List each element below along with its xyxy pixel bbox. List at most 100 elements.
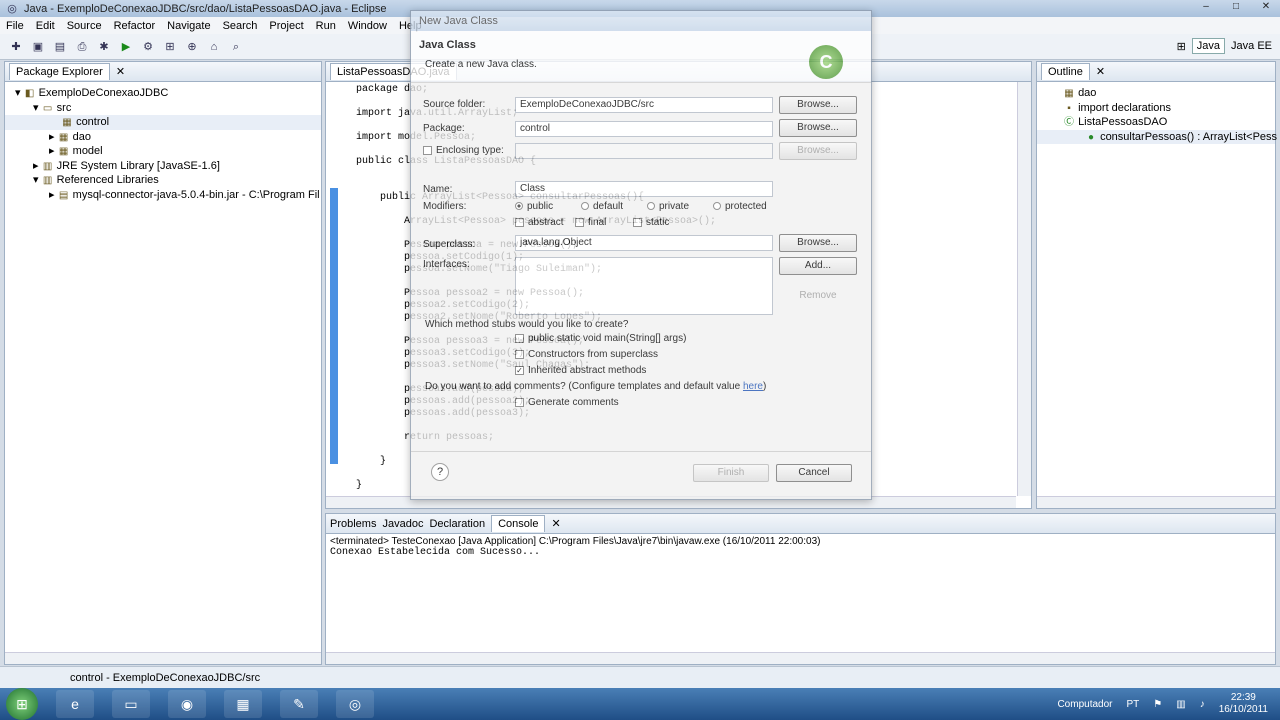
browse-superclass-button[interactable]: Browse... (779, 234, 857, 252)
expand-icon[interactable]: ▸ (49, 145, 55, 157)
outline-item[interactable]: ▪ import declarations (1037, 101, 1275, 116)
debug-icon[interactable]: ✱ (96, 39, 112, 55)
tree-item[interactable]: ▸ ▦ dao (5, 130, 321, 145)
horizontal-scrollbar[interactable] (326, 652, 1275, 664)
close-icon[interactable]: ✕ (1096, 65, 1105, 78)
ie-icon[interactable]: e (56, 690, 94, 718)
modifier-private[interactable]: private (647, 201, 689, 212)
vertical-scrollbar[interactable] (1017, 82, 1031, 496)
close-icon[interactable]: ✕ (116, 65, 125, 78)
new-java-project-icon[interactable]: ⊞ (162, 39, 178, 55)
menu-source[interactable]: Source (61, 20, 108, 32)
volume-icon[interactable]: ♪ (1200, 699, 1205, 710)
stub-main-option[interactable]: public static void main(String[] args) (515, 333, 686, 344)
app-icon[interactable]: ▦ (224, 690, 262, 718)
outline-item[interactable]: ● consultarPessoas() : ArrayList<Pess (1037, 129, 1277, 144)
class-name-field[interactable]: Class (515, 181, 773, 197)
tab-package-explorer[interactable]: Package Explorer (9, 63, 110, 80)
network-icon[interactable]: ▥ (1176, 699, 1185, 710)
clock[interactable]: 22:39 16/10/2011 (1219, 692, 1268, 716)
cancel-button[interactable]: Cancel (776, 464, 852, 482)
collapse-icon[interactable]: ▾ (33, 102, 39, 114)
menu-file[interactable]: File (0, 20, 30, 32)
menu-window[interactable]: Window (342, 20, 393, 32)
enclosing-type-row[interactable]: Enclosing type: (423, 145, 504, 156)
print-icon[interactable]: ⎙ (74, 39, 90, 55)
tab-problems[interactable]: Problems (330, 518, 376, 530)
expand-icon[interactable]: ▸ (49, 189, 55, 201)
modifier-static[interactable]: static (633, 217, 669, 228)
eclipse-taskbar-icon[interactable]: ◎ (336, 690, 374, 718)
explorer-icon[interactable]: ▭ (112, 690, 150, 718)
start-button[interactable]: ⊞ (6, 688, 38, 720)
expand-icon[interactable]: ▸ (33, 160, 39, 172)
javaee-perspective[interactable]: Java EE (1231, 40, 1272, 52)
collapse-icon[interactable]: ▾ (33, 174, 39, 186)
save-icon[interactable]: ▣ (30, 39, 46, 55)
outline-item[interactable]: Ⓒ ListaPessoasDAO (1037, 115, 1275, 130)
configure-templates-link[interactable]: here (743, 381, 763, 392)
source-folder-field[interactable]: ExemploDeConexaoJDBC/src (515, 97, 773, 113)
tree-item[interactable]: ▾ ▭ src (5, 101, 321, 116)
minimize-button[interactable]: – (1196, 1, 1216, 15)
modifier-final[interactable]: final (575, 217, 606, 228)
open-perspective-icon[interactable]: ⊞ (1177, 40, 1186, 53)
maximize-button[interactable]: □ (1226, 1, 1246, 15)
modifier-default[interactable]: default (581, 201, 623, 212)
collapse-icon[interactable]: ▾ (15, 87, 21, 99)
menu-search[interactable]: Search (217, 20, 264, 32)
computer-label[interactable]: Computador (1057, 699, 1112, 710)
close-icon[interactable]: ✕ (551, 517, 560, 530)
tree-item[interactable]: ▾ ▥ Referenced Libraries (5, 173, 321, 188)
new-icon[interactable]: ✚ (8, 39, 24, 55)
modifier-public[interactable]: public (515, 201, 553, 212)
menu-run[interactable]: Run (310, 20, 342, 32)
modifier-protected[interactable]: protected (713, 201, 767, 212)
expand-icon[interactable]: ▸ (49, 131, 55, 143)
flag-icon[interactable]: ⚑ (1153, 699, 1162, 710)
enclosing-type-field[interactable] (515, 143, 773, 159)
tree-item[interactable]: ▦ control (5, 115, 321, 130)
horizontal-scrollbar[interactable] (5, 652, 321, 664)
browse-source-button[interactable]: Browse... (779, 96, 857, 114)
menu-navigate[interactable]: Navigate (161, 20, 216, 32)
superclass-field[interactable]: java.lang.Object (515, 235, 773, 251)
new-package-icon[interactable]: ⊕ (184, 39, 200, 55)
tab-outline[interactable]: Outline (1041, 63, 1090, 80)
menu-edit[interactable]: Edit (30, 20, 61, 32)
generate-comments-option[interactable]: Generate comments (515, 397, 619, 408)
pen-icon[interactable]: ✎ (280, 690, 318, 718)
tree-item[interactable]: ▸ ▥ JRE System Library [JavaSE-1.6] (5, 159, 321, 174)
interfaces-list[interactable] (515, 257, 773, 315)
stub-constructors-option[interactable]: Constructors from superclass (515, 349, 658, 360)
tree-item[interactable]: ▸ ▦ model (5, 144, 321, 159)
outline-item[interactable]: ▦ dao (1037, 86, 1275, 101)
close-button[interactable]: ✕ (1256, 1, 1276, 15)
package-field[interactable]: control (515, 121, 773, 137)
menu-refactor[interactable]: Refactor (108, 20, 162, 32)
finish-button[interactable]: Finish (693, 464, 769, 482)
language-indicator[interactable]: PT (1126, 699, 1139, 710)
add-interface-button[interactable]: Add... (779, 257, 857, 275)
stub-inherited-option[interactable]: ✓ Inherited abstract methods (515, 365, 646, 376)
browse-enclosing-button[interactable]: Browse... (779, 142, 857, 160)
save-all-icon[interactable]: ▤ (52, 39, 68, 55)
menu-project[interactable]: Project (263, 20, 309, 32)
modifier-abstract[interactable]: abstract (515, 217, 564, 228)
browse-package-button[interactable]: Browse... (779, 119, 857, 137)
horizontal-scrollbar[interactable] (1037, 496, 1275, 508)
firefox-icon[interactable]: ◉ (168, 690, 206, 718)
enclosing-type-checkbox[interactable] (423, 145, 432, 155)
run-icon[interactable]: ▶ (118, 39, 134, 55)
search-icon[interactable]: ⌕ (228, 39, 244, 55)
external-tools-icon[interactable]: ⚙ (140, 39, 156, 55)
tab-javadoc[interactable]: Javadoc (382, 518, 423, 530)
tree-item[interactable]: ▸ ▤ mysql-connector-java-5.0.4-bin.jar -… (5, 188, 321, 203)
open-type-icon[interactable]: ⌂ (206, 39, 222, 55)
help-icon[interactable]: ? (431, 463, 449, 481)
tree-item[interactable]: ▾ ◧ ExemploDeConexaoJDBC (5, 86, 321, 101)
tab-declaration[interactable]: Declaration (429, 518, 485, 530)
tab-console[interactable]: Console (491, 515, 546, 532)
remove-interface-button[interactable]: Remove (779, 288, 857, 306)
java-perspective[interactable]: Java (1191, 38, 1226, 54)
